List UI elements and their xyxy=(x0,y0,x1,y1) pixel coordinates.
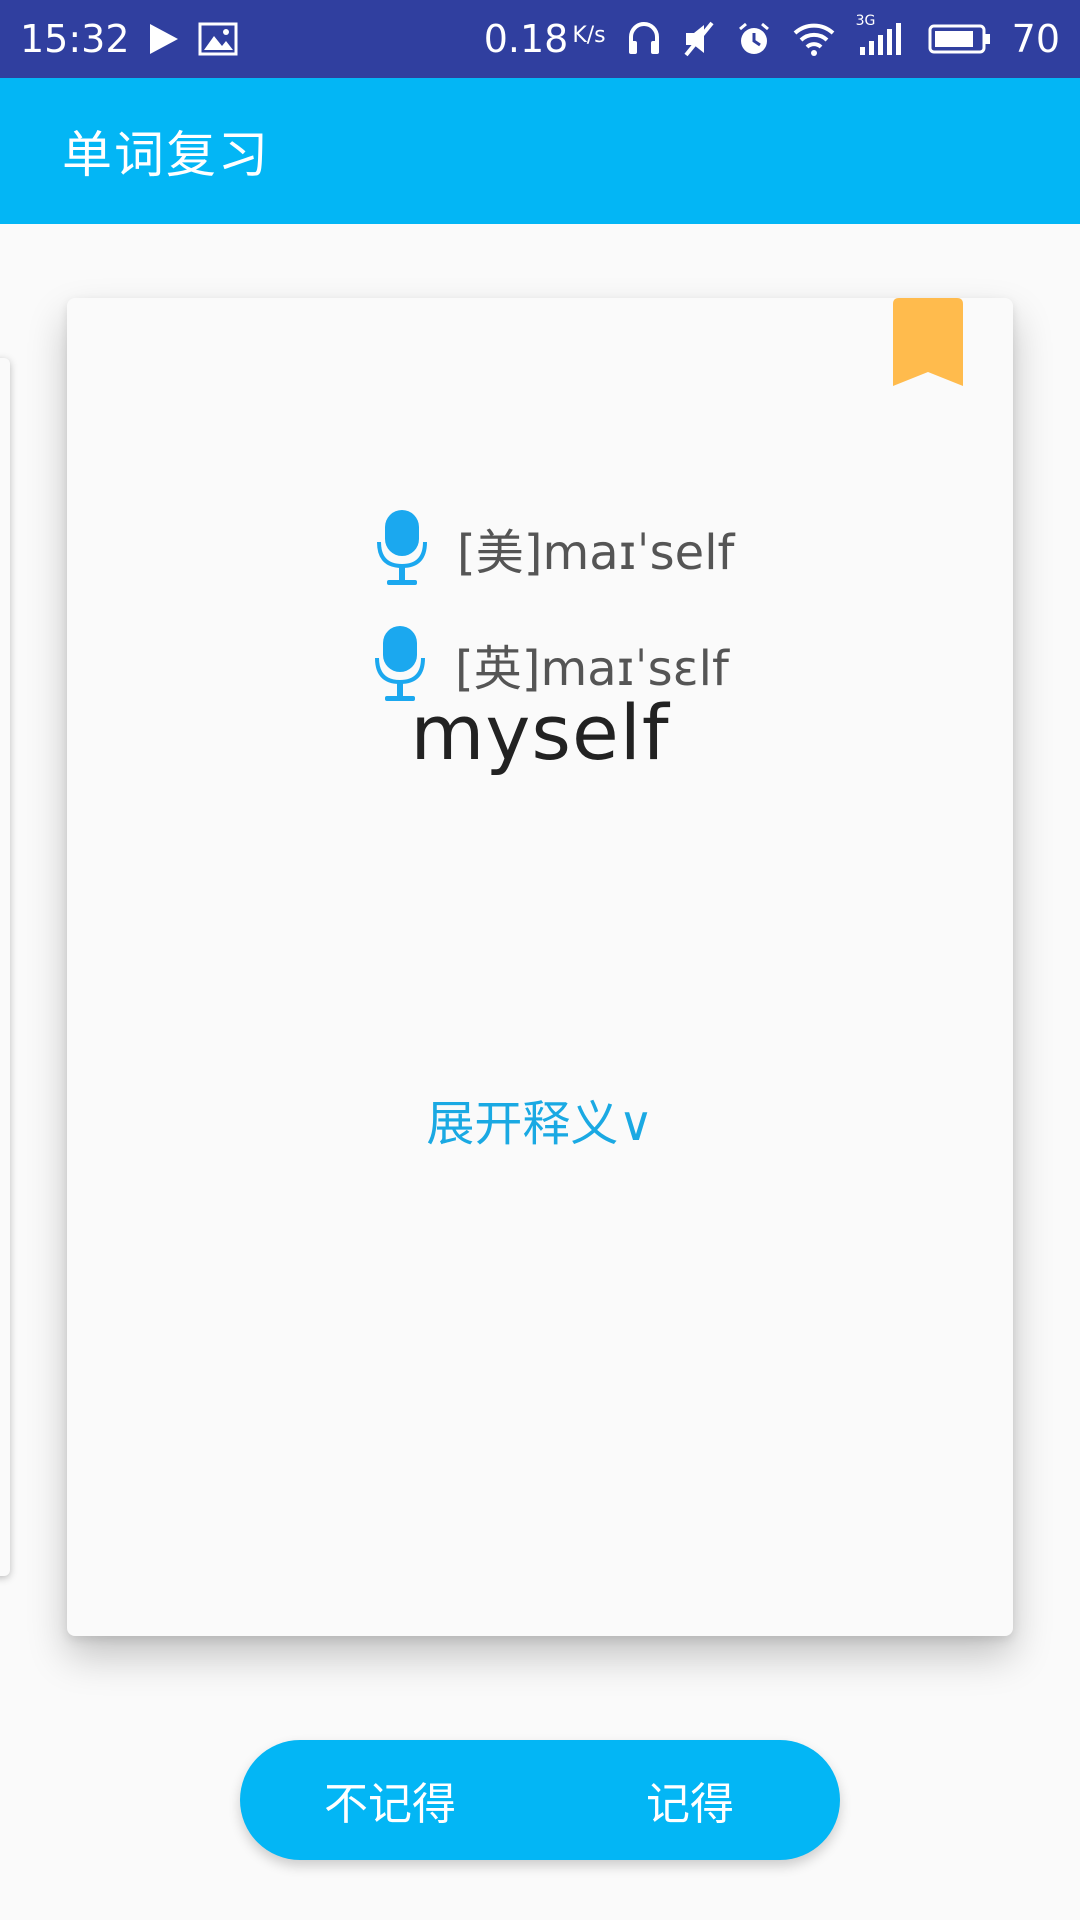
signal-icon: 3G xyxy=(856,13,908,57)
word-card[interactable]: myself [美]maɪˈself [英]maɪˈsɛlf 展开释义∨ xyxy=(67,298,1013,1636)
microphone-icon[interactable] xyxy=(377,508,427,588)
network-type: 3G xyxy=(855,13,876,29)
remember-button[interactable]: 记得 xyxy=(540,1768,840,1832)
headphones-icon xyxy=(626,21,662,57)
forgot-button[interactable]: 不记得 xyxy=(240,1768,540,1832)
microphone-icon[interactable] xyxy=(375,624,425,704)
alarm-icon xyxy=(736,21,772,57)
battery-level: 70 xyxy=(1011,17,1060,61)
app-bar: 单词复习 xyxy=(0,78,1080,224)
battery-icon xyxy=(928,22,992,56)
image-icon xyxy=(198,22,238,56)
wifi-icon xyxy=(792,21,836,57)
us-pronunciation[interactable]: [美]maɪˈself xyxy=(377,508,734,588)
us-phonetic: [美]maɪˈself xyxy=(457,525,735,581)
mute-icon xyxy=(682,21,716,57)
back-card[interactable] xyxy=(0,358,10,1576)
speed-value: 0.18 xyxy=(483,17,569,61)
review-actions: 不记得 记得 xyxy=(240,1740,840,1860)
status-time: 15:32 xyxy=(20,17,130,61)
uk-pronunciation[interactable]: [英]maɪˈsɛlf xyxy=(375,624,729,704)
uk-phonetic: [英]maɪˈsɛlf xyxy=(455,641,729,697)
bookmark-icon[interactable] xyxy=(893,298,963,386)
speed-unit: K/s xyxy=(572,23,606,48)
expand-definition-link[interactable]: 展开释义∨ xyxy=(67,1084,1013,1154)
page-title: 单词复习 xyxy=(62,126,270,184)
status-bar: 15:32 0.18 K/s 3G 70 xyxy=(0,0,1080,78)
play-icon xyxy=(148,22,180,56)
network-speed: 0.18 K/s xyxy=(484,17,606,61)
